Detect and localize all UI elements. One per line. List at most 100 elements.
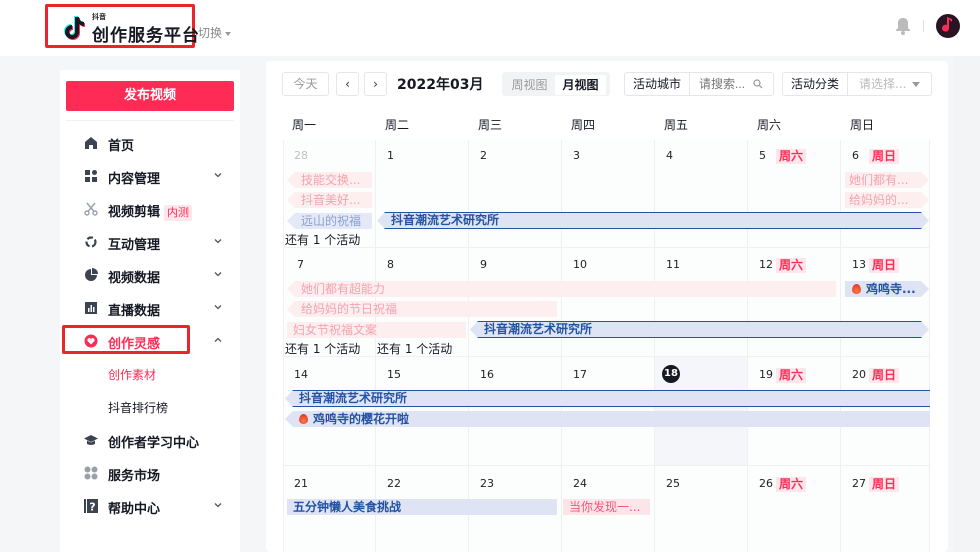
- event-bar[interactable]: 给妈妈的...: [845, 192, 929, 208]
- day-number[interactable]: 8: [387, 258, 394, 271]
- grid-line: [283, 247, 930, 248]
- top-bar: 抖音 创作服务平台 切换: [0, 0, 980, 56]
- event-bar[interactable]: 抖音美好...: [287, 192, 372, 208]
- day-number[interactable]: 6: [852, 149, 859, 162]
- sidebar-item-label: 创作素材: [108, 368, 157, 382]
- prev-month-button[interactable]: ‹: [336, 72, 359, 96]
- day-number[interactable]: 16: [480, 368, 494, 381]
- category-filter[interactable]: 活动分类 请选择...: [782, 72, 932, 96]
- day-number[interactable]: 24: [573, 477, 587, 490]
- douyin-logo-icon: [64, 16, 85, 40]
- calendar-toolbar: 今天 ‹ › 2022年03月 周视图月视图 活动城市 活动分类 请选择...: [282, 72, 932, 96]
- day-number[interactable]: 25: [666, 477, 680, 490]
- logo[interactable]: 抖音 创作服务平台: [45, 4, 199, 48]
- day-number[interactable]: 17: [573, 368, 587, 381]
- event-bar[interactable]: 鸡鸣寺...: [845, 281, 929, 297]
- sidebar-subitem-creative-material[interactable]: 创作素材: [60, 359, 240, 389]
- day-number[interactable]: 1: [387, 149, 394, 162]
- sidebar-item-video-data[interactable]: 视频数据: [60, 260, 240, 290]
- day-number[interactable]: 12: [759, 258, 773, 271]
- sidebar-item-help-center[interactable]: ? 帮助中心: [60, 491, 240, 521]
- day-number[interactable]: 5: [759, 149, 766, 162]
- sidebar-item-learning-center[interactable]: 创作者学习中心: [60, 425, 240, 455]
- more-events-link[interactable]: 还有 1 个活动: [285, 231, 360, 248]
- chevron-down-icon: [214, 239, 222, 244]
- day-number[interactable]: 9: [480, 258, 487, 271]
- day-number[interactable]: 23: [480, 477, 494, 490]
- day-number[interactable]: 19: [759, 368, 773, 381]
- divider: [923, 20, 924, 32]
- day-number[interactable]: 10: [573, 258, 587, 271]
- next-month-button[interactable]: ›: [364, 72, 387, 96]
- category-filter-label: 活动分类: [783, 73, 849, 95]
- day-number[interactable]: 22: [387, 477, 401, 490]
- sidebar-item-label: 服务市场: [108, 469, 161, 484]
- event-bar[interactable]: 远山的祝福: [287, 213, 372, 229]
- sidebar-subitem-douyin-ranking[interactable]: 抖音排行榜: [60, 392, 240, 422]
- weekday-header: 周二: [385, 118, 410, 132]
- month-view-tab[interactable]: 月视图: [555, 75, 606, 95]
- grid-line: [283, 465, 930, 466]
- day-number[interactable]: 2: [480, 149, 487, 162]
- today-button[interactable]: 今天: [282, 72, 329, 96]
- apps-icon: [84, 466, 98, 480]
- day-number[interactable]: 21: [294, 477, 308, 490]
- user-avatar[interactable]: [936, 14, 960, 38]
- month-title: 2022年03月: [397, 77, 484, 93]
- help-icon: ?: [84, 499, 98, 513]
- city-filter-label: 活动城市: [625, 73, 691, 95]
- chevron-down-icon: [214, 503, 222, 508]
- day-number[interactable]: 11: [666, 258, 680, 271]
- event-bar[interactable]: 她们都有...: [845, 172, 929, 188]
- sidebar: 发布视频 首页 内容管理 视频剪辑 内测 互动管理 视频数据 直播数据 创作灵感 …: [60, 70, 240, 552]
- bell-icon[interactable]: [895, 17, 911, 35]
- event-bar[interactable]: 五分钟懒人美食挑战: [287, 499, 557, 515]
- event-bar[interactable]: 抖音潮流艺术研究所: [470, 321, 929, 338]
- graduation-cap-icon: [84, 435, 98, 445]
- day-number[interactable]: 13: [852, 258, 866, 271]
- sidebar-item-creative-inspiration[interactable]: 创作灵感: [60, 326, 240, 356]
- sidebar-item-video-edit[interactable]: 视频剪辑 内测: [60, 194, 240, 224]
- day-number[interactable]: 26: [759, 477, 773, 490]
- chevron-down-icon: [214, 305, 222, 310]
- day-number[interactable]: 14: [294, 368, 308, 381]
- event-bar[interactable]: 妇女节祝福文案: [287, 322, 466, 338]
- category-select-placeholder[interactable]: 请选择...: [859, 73, 906, 95]
- event-bar[interactable]: 她们都有超能力: [287, 281, 836, 297]
- event-bar[interactable]: 鸡鸣寺的樱花开啦: [285, 411, 930, 427]
- day-number[interactable]: 15: [387, 368, 401, 381]
- event-bar[interactable]: 技能交换...: [287, 172, 372, 188]
- event-bar[interactable]: 抖音潮流艺术研究所: [377, 212, 929, 229]
- sidebar-item-live-data[interactable]: 直播数据: [60, 293, 240, 323]
- day-number[interactable]: 3: [573, 149, 580, 162]
- sidebar-item-interaction-management[interactable]: 互动管理: [60, 227, 240, 257]
- event-bar[interactable]: 抖音潮流艺术研究所: [285, 390, 930, 407]
- today-marker[interactable]: 18: [662, 365, 680, 383]
- publish-video-button[interactable]: 发布视频: [66, 81, 234, 111]
- bar-chart-icon: [85, 302, 97, 314]
- grid-line: [561, 140, 562, 552]
- scrollbar[interactable]: [955, 56, 980, 552]
- day-number[interactable]: 4: [666, 149, 673, 162]
- label-text: 视频剪辑: [108, 205, 161, 220]
- more-events-link[interactable]: 还有 1 个活动: [285, 340, 360, 357]
- home-icon: [85, 137, 97, 149]
- day-number[interactable]: 27: [852, 477, 866, 490]
- sidebar-item-service-market[interactable]: 服务市场: [60, 458, 240, 488]
- sunday-tag: 周日: [869, 368, 900, 383]
- switch-platform-dropdown[interactable]: 切换: [198, 24, 232, 41]
- event-bar[interactable]: 当你发现一...: [563, 499, 650, 515]
- grid-line: [468, 140, 469, 552]
- week-view-tab[interactable]: 周视图: [504, 75, 555, 95]
- saturday-tag: 周六: [776, 258, 807, 273]
- event-bar[interactable]: 给妈妈的节日祝福: [287, 301, 557, 317]
- sidebar-item-content-management[interactable]: 内容管理: [60, 161, 240, 191]
- day-number[interactable]: 28: [294, 149, 308, 162]
- music-note-icon: [942, 17, 952, 32]
- day-number[interactable]: 7: [297, 258, 304, 271]
- more-events-link[interactable]: 还有 1 个活动: [377, 340, 452, 357]
- chevron-down-icon: [214, 272, 222, 277]
- day-number[interactable]: 20: [852, 368, 866, 381]
- sidebar-item-home[interactable]: 首页: [60, 128, 240, 158]
- city-search-input[interactable]: [699, 73, 755, 95]
